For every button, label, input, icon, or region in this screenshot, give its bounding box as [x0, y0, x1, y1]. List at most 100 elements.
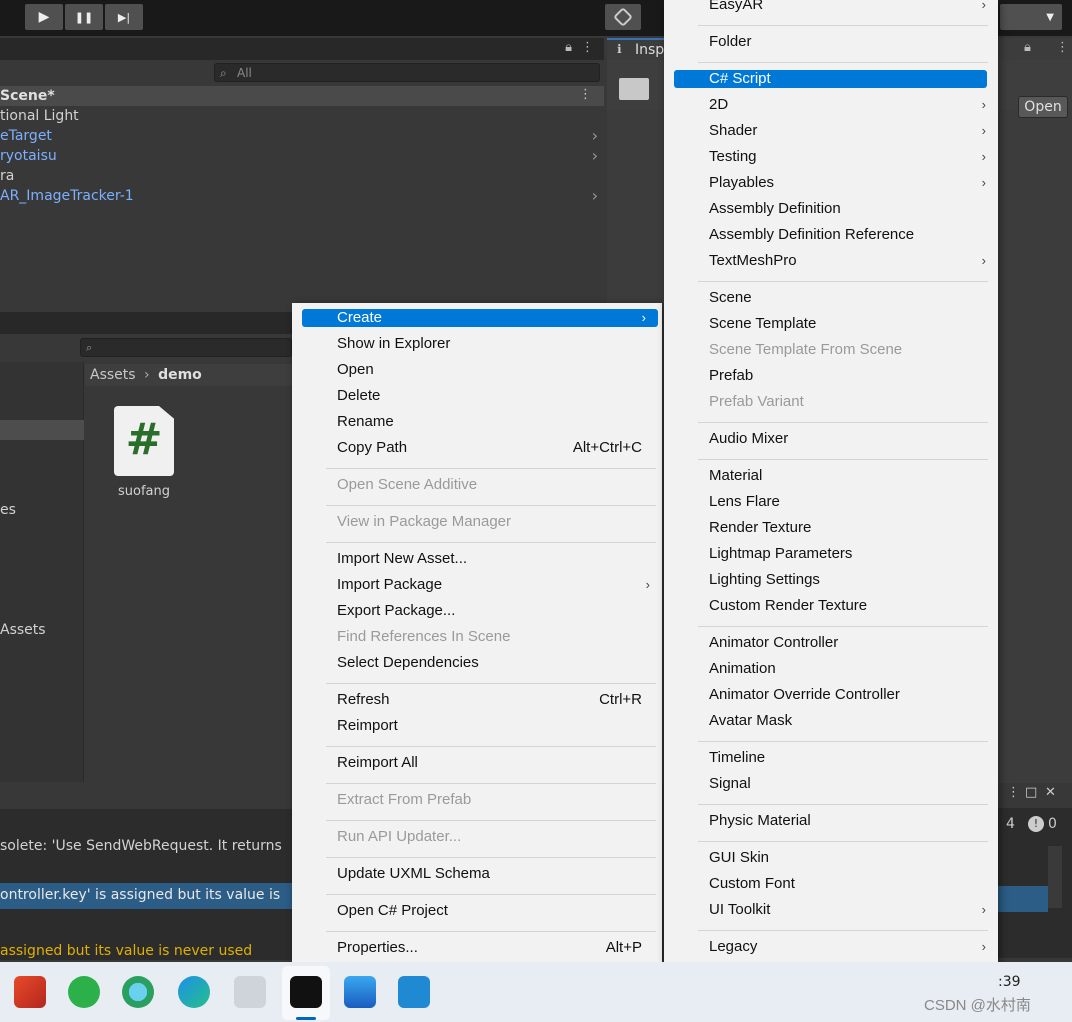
menu-item[interactable]: Timeline — [664, 746, 998, 770]
scene-menu-icon[interactable]: ⋮ — [579, 87, 592, 102]
console-selected-row[interactable]: ontroller.key' is assigned but its value… — [0, 883, 292, 909]
sidebar-selected-item[interactable] — [0, 420, 84, 440]
sidebar-item[interactable]: es — [0, 502, 16, 518]
menu-item[interactable]: Custom Render Texture — [664, 594, 998, 618]
menu-item[interactable]: Signal — [664, 772, 998, 796]
tab-inspector[interactable]: ℹ Insp — [607, 38, 667, 60]
menu-item[interactable]: 2D › — [664, 93, 998, 117]
menu-item[interactable]: Open C# Project — [292, 899, 662, 923]
asset-name[interactable]: suofang — [104, 484, 184, 499]
maximize-icon[interactable]: □ — [1025, 785, 1037, 800]
edge-icon[interactable] — [178, 976, 210, 1008]
vscode-icon[interactable] — [398, 976, 430, 1008]
menu-item[interactable]: C# Script — [674, 70, 987, 88]
menu-item[interactable]: Import New Asset... — [292, 547, 662, 571]
menu-item[interactable]: Assembly Definition Reference — [664, 223, 998, 247]
menu-item[interactable]: Import Package › — [292, 573, 662, 597]
hierarchy-item[interactable]: eTarget › — [0, 126, 604, 146]
menu-item[interactable]: Scene Template — [664, 312, 998, 336]
warning-count[interactable]: 4 — [1006, 816, 1015, 832]
step-button[interactable]: ▶| — [105, 4, 143, 30]
status-warning-line[interactable]: assigned but its value is never used — [0, 943, 252, 959]
menu-item[interactable]: Properties... Alt+P — [292, 936, 662, 960]
menu-item[interactable]: Custom Font — [664, 872, 998, 896]
collab-button[interactable] — [605, 4, 641, 30]
more-icon[interactable]: ⋮ — [1007, 785, 1020, 800]
menu-item[interactable]: TextMeshPro › — [664, 249, 998, 273]
close-icon[interactable]: ✕ — [1045, 785, 1056, 800]
more-icon[interactable]: ⋮ — [581, 40, 594, 55]
menu-item[interactable]: Material — [664, 464, 998, 488]
menu-item[interactable]: Folder — [664, 30, 998, 54]
chevron-right-icon[interactable]: › — [592, 186, 598, 206]
menu-item[interactable]: EasyAR › — [664, 0, 998, 17]
open-button[interactable]: Open — [1018, 96, 1068, 118]
chevron-right-icon[interactable]: › — [592, 126, 598, 146]
menu-item[interactable]: Copy Path Alt+Ctrl+C — [292, 436, 662, 460]
menu-item[interactable]: Testing › — [664, 145, 998, 169]
clock[interactable]: :39 — [998, 974, 1021, 990]
menu-item[interactable]: Show in Explorer — [292, 332, 662, 356]
cloud-icon — [613, 7, 633, 27]
wechat-icon[interactable] — [68, 976, 100, 1008]
console-scrollbar[interactable] — [1048, 846, 1062, 908]
menu-item[interactable]: Animator Override Controller — [664, 683, 998, 707]
menu-item-label: Shader — [709, 122, 758, 139]
menu-item[interactable]: Shader › — [664, 119, 998, 143]
more-icon[interactable]: ⋮ — [1056, 40, 1069, 55]
pause-button[interactable]: ❚❚ — [65, 4, 103, 30]
office-icon[interactable] — [14, 976, 46, 1008]
menu-item-label: Prefab Variant — [709, 393, 804, 410]
browser-icon[interactable] — [122, 976, 154, 1008]
hierarchy-item[interactable]: ryotaisu › — [0, 146, 604, 166]
play-button[interactable]: ▶ — [25, 4, 63, 30]
hierarchy-search-input[interactable]: ⌕ All — [214, 63, 600, 82]
menu-item[interactable]: Delete — [292, 384, 662, 408]
menu-item[interactable]: Avatar Mask — [664, 709, 998, 733]
sidebar-item[interactable]: Assets — [0, 622, 46, 638]
menu-item[interactable]: Legacy › — [664, 935, 998, 959]
lock-icon[interactable]: 🔒︎ — [1024, 40, 1031, 55]
menu-item[interactable]: Create › — [302, 309, 658, 327]
menu-item[interactable]: Export Package... — [292, 599, 662, 623]
scene-header-row[interactable]: Scene* ⋮ — [0, 86, 604, 106]
console-log-line[interactable]: solete: 'Use SendWebRequest. It returns — [0, 838, 282, 854]
hierarchy-item[interactable]: AR_ImageTracker-1 › — [0, 186, 604, 206]
menu-item-label: Extract From Prefab — [337, 791, 472, 808]
menu-item[interactable]: Animator Controller — [664, 631, 998, 655]
menu-item[interactable]: Physic Material — [664, 809, 998, 833]
breadcrumb-root[interactable]: Assets — [90, 367, 136, 383]
hierarchy-item[interactable]: tional Light — [0, 106, 604, 126]
menu-item[interactable]: Lens Flare — [664, 490, 998, 514]
menu-item[interactable]: Playables › — [664, 171, 998, 195]
unity-taskbar-item[interactable] — [282, 966, 330, 1020]
menu-item[interactable]: Render Texture — [664, 516, 998, 540]
menu-item[interactable]: Update UXML Schema — [292, 862, 662, 886]
menu-item[interactable]: Reimport All — [292, 751, 662, 775]
menu-item[interactable]: Audio Mixer — [664, 427, 998, 451]
lock-icon[interactable]: 🔒︎ — [565, 40, 572, 55]
menu-item[interactable]: UI Toolkit › — [664, 898, 998, 922]
menu-item[interactable]: Lighting Settings — [664, 568, 998, 592]
menu-item[interactable]: Prefab — [664, 364, 998, 388]
menu-item[interactable]: Assembly Definition — [664, 197, 998, 221]
menu-item[interactable]: Animation — [664, 657, 998, 681]
unity-hub-icon[interactable] — [234, 976, 266, 1008]
csharp-script-icon[interactable]: # — [114, 406, 174, 476]
layout-dropdown[interactable]: ▼ — [1000, 4, 1062, 30]
hierarchy-item[interactable]: ra — [0, 166, 604, 186]
error-count[interactable]: 0 — [1048, 816, 1057, 832]
breadcrumb-current[interactable]: demo — [158, 367, 202, 383]
menu-item[interactable]: Scene — [664, 286, 998, 310]
menu-item[interactable]: Rename — [292, 410, 662, 434]
project-search-input[interactable]: ⌕ — [80, 338, 292, 357]
menu-item[interactable]: Select Dependencies — [292, 651, 662, 675]
chevron-right-icon[interactable]: › — [592, 146, 598, 166]
menu-item[interactable]: Open — [292, 358, 662, 382]
photos-icon[interactable] — [344, 976, 376, 1008]
menu-item[interactable]: Lightmap Parameters — [664, 542, 998, 566]
menu-item[interactable]: GUI Skin — [664, 846, 998, 870]
menu-item[interactable]: Refresh Ctrl+R — [292, 688, 662, 712]
menu-item: Prefab Variant — [664, 390, 998, 414]
menu-item[interactable]: Reimport — [292, 714, 662, 738]
